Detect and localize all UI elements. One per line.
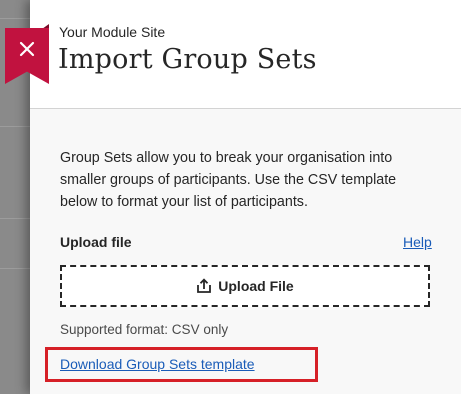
upload-file-button[interactable]: Upload File [60,265,430,307]
description-text: Group Sets allow you to break your organ… [60,150,397,210]
upload-button-label: Upload File [218,278,294,294]
download-template-link[interactable]: Download Group Sets template [60,356,255,372]
panel-header: Your Module Site Import Group Sets [30,0,461,108]
page-title: Import Group Sets [58,44,317,75]
screen: Your Module Site Import Group Sets Group… [0,0,461,394]
upload-file-label: Upload file [60,234,132,250]
help-link[interactable]: Help [403,234,432,250]
close-icon [19,41,35,57]
supported-format-text: Supported format: CSV only [60,322,229,337]
upload-button-content: Upload File [196,278,294,294]
site-name: Your Module Site [59,24,166,40]
upload-icon [197,278,212,293]
import-group-sets-panel: Your Module Site Import Group Sets Group… [30,0,461,394]
